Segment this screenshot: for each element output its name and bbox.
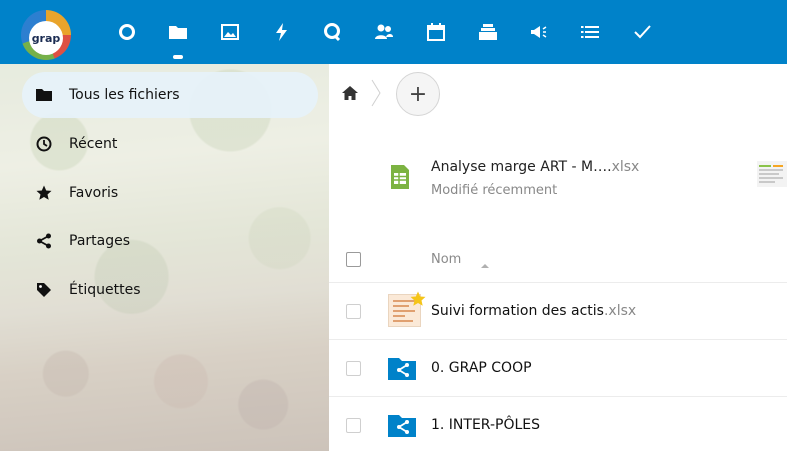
table-row[interactable]: 1. INTER-PÔLES bbox=[329, 396, 787, 451]
clock-icon bbox=[35, 135, 53, 153]
list-icon[interactable] bbox=[580, 22, 600, 42]
top-bar: grap bbox=[0, 0, 787, 64]
table-row[interactable]: 0. GRAP COOP bbox=[329, 339, 787, 396]
favorite-star-icon bbox=[410, 291, 426, 307]
add-new-button[interactable]: + bbox=[396, 72, 440, 116]
contacts-icon[interactable] bbox=[374, 22, 394, 42]
shared-folder-icon bbox=[388, 356, 416, 380]
row-checkbox[interactable] bbox=[346, 361, 361, 376]
row-checkbox[interactable] bbox=[346, 418, 361, 433]
table-row[interactable]: Suivi formation des actis.xlsx bbox=[329, 282, 787, 339]
column-header-name[interactable]: Nom bbox=[431, 252, 461, 267]
folder-name[interactable]: 0. GRAP COOP bbox=[431, 360, 532, 376]
checkmark-icon[interactable] bbox=[632, 22, 652, 42]
shared-folder-icon bbox=[388, 413, 416, 437]
sidebar-item-label: Tous les fichiers bbox=[69, 87, 180, 103]
main-content: + Analyse marge ART - M….xlsx Modifié ré… bbox=[329, 64, 787, 451]
select-all-checkbox[interactable] bbox=[346, 252, 361, 267]
deck-icon[interactable] bbox=[478, 22, 498, 42]
folder-icon[interactable] bbox=[168, 22, 188, 42]
sidebar-item-shares[interactable]: Partages bbox=[22, 218, 318, 264]
recent-file-subtitle: Modifié récemment bbox=[431, 183, 558, 198]
sidebar-item-label: Favoris bbox=[69, 185, 119, 201]
logo-text: grap bbox=[29, 21, 63, 55]
sidebar-item-label: Étiquettes bbox=[69, 282, 141, 298]
recent-file-thumbnail[interactable] bbox=[757, 161, 787, 187]
star-icon bbox=[35, 184, 53, 202]
sidebar-item-recent[interactable]: Récent bbox=[22, 121, 318, 167]
sidebar-item-all-files[interactable]: Tous les fichiers bbox=[22, 72, 318, 118]
calendar-icon[interactable] bbox=[426, 22, 446, 42]
talk-bubble-icon[interactable] bbox=[322, 22, 342, 42]
file-name[interactable]: Suivi formation des actis.xlsx bbox=[431, 303, 636, 319]
sidebar-item-favorites[interactable]: Favoris bbox=[22, 170, 318, 216]
row-checkbox[interactable] bbox=[346, 304, 361, 319]
image-icon[interactable] bbox=[220, 22, 240, 42]
circle-icon[interactable] bbox=[117, 22, 137, 42]
share-icon bbox=[35, 232, 53, 250]
tag-icon bbox=[35, 281, 53, 299]
folder-name[interactable]: 1. INTER-PÔLES bbox=[431, 417, 540, 433]
breadcrumb-separator bbox=[369, 78, 383, 108]
sidebar: Tous les fichiers Récent Favoris Partage… bbox=[0, 64, 329, 451]
sidebar-item-tags[interactable]: Étiquettes bbox=[22, 267, 318, 313]
active-app-indicator bbox=[173, 55, 183, 59]
announcement-icon[interactable] bbox=[528, 22, 548, 42]
recent-file-name[interactable]: Analyse marge ART - M….xlsx bbox=[431, 159, 639, 175]
sidebar-item-label: Récent bbox=[69, 136, 118, 152]
home-icon[interactable] bbox=[341, 84, 359, 102]
sidebar-item-label: Partages bbox=[69, 233, 131, 249]
spreadsheet-icon bbox=[391, 165, 409, 189]
lightning-icon[interactable] bbox=[272, 22, 292, 42]
sort-asc-icon bbox=[480, 256, 490, 268]
logo[interactable]: grap bbox=[21, 10, 71, 60]
folder-icon bbox=[35, 86, 53, 104]
